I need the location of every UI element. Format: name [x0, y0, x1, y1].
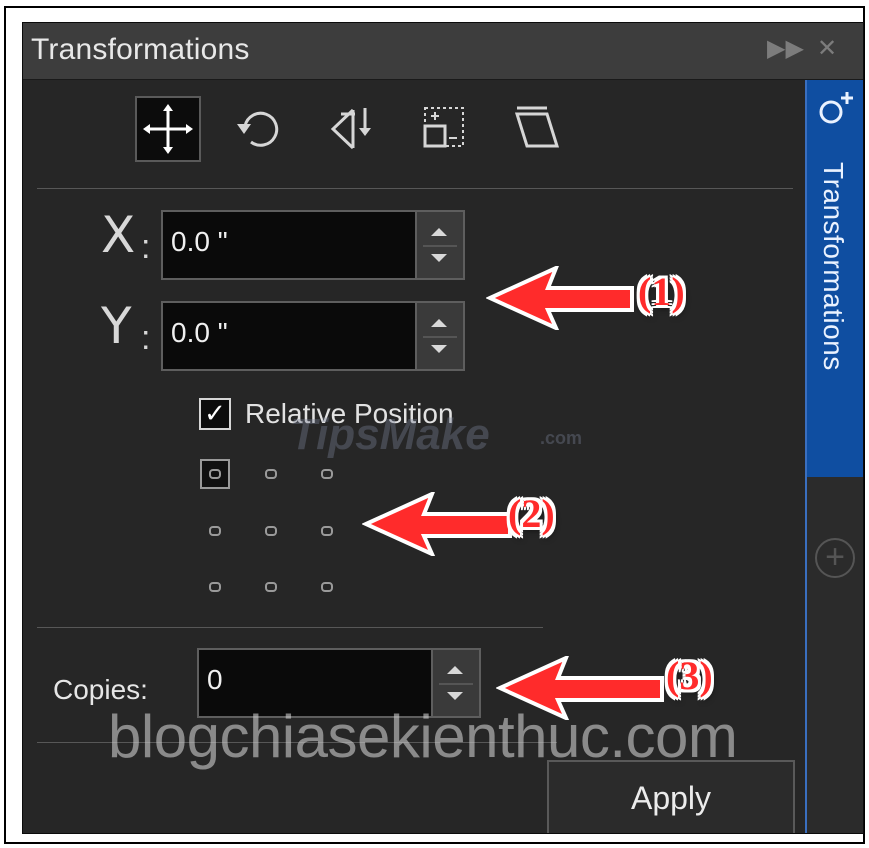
annotation-arrow-1	[486, 266, 634, 330]
rotate-tool-button[interactable]	[227, 96, 293, 162]
anchor-top-right[interactable]	[321, 469, 333, 479]
annotation-arrow-3	[496, 656, 664, 720]
anchor-center[interactable]	[265, 526, 277, 536]
spin-down-icon[interactable]	[431, 254, 447, 262]
apply-button[interactable]: Apply	[547, 760, 795, 833]
spin-down-icon[interactable]	[447, 692, 463, 700]
anchor-bottom-center[interactable]	[265, 582, 277, 592]
position-tool-button[interactable]	[135, 96, 201, 162]
move-cross-icon	[143, 104, 193, 154]
spinner-separator	[423, 336, 457, 338]
y-position-spinner[interactable]	[417, 301, 465, 371]
spinner-separator	[423, 245, 457, 247]
docker-tab-strip: Transformations +	[805, 80, 863, 833]
x-axis-label: X	[101, 206, 136, 264]
x-position-spinner[interactable]	[417, 210, 465, 280]
mirror-icon	[330, 108, 371, 150]
scale-mirror-tool-button[interactable]	[319, 96, 385, 162]
transform-add-icon	[819, 92, 853, 124]
anchor-bottom-left[interactable]	[209, 582, 221, 592]
docker-titlebar: Transformations ▶▶ ✕	[23, 23, 863, 80]
docker-tab-label: Transformations	[818, 162, 849, 371]
anchor-middle-right[interactable]	[321, 526, 333, 536]
skew-tool-button[interactable]	[503, 96, 569, 162]
x-axis-colon: :	[141, 228, 151, 266]
size-icon	[423, 107, 464, 148]
relative-position-checkbox[interactable]: ✓	[199, 398, 231, 430]
anchor-middle-left[interactable]	[209, 526, 221, 536]
anchor-bottom-right[interactable]	[321, 582, 333, 592]
close-icon[interactable]: ✕	[817, 37, 837, 61]
annotation-callout-2: (2)	[508, 491, 555, 536]
tipsmake-watermark: TipsMake	[290, 410, 490, 459]
annotation-callout-1: (1)	[638, 269, 685, 314]
annotation-arrow-2	[362, 492, 512, 556]
spin-up-icon[interactable]	[431, 228, 447, 236]
y-position-input[interactable]: 0.0 "	[161, 301, 417, 371]
tipsmake-watermark-suffix: .com	[540, 428, 583, 448]
anchor-dot	[209, 469, 221, 479]
transformations-docker-tab[interactable]: Transformations	[807, 80, 863, 477]
anchor-top-center[interactable]	[265, 469, 277, 479]
y-axis-colon: :	[141, 319, 151, 357]
annotation-callout-3: (3)	[666, 653, 713, 698]
y-axis-label: Y	[101, 297, 132, 355]
plus-circle-icon[interactable]: +	[815, 538, 855, 578]
size-tool-button[interactable]	[411, 96, 477, 162]
rotate-icon	[237, 111, 279, 147]
spin-up-icon[interactable]	[431, 319, 447, 327]
spin-down-icon[interactable]	[431, 345, 447, 353]
expand-icon[interactable]: ▶▶	[767, 37, 804, 61]
docker-title: Transformations	[31, 33, 250, 66]
skew-icon	[514, 106, 560, 148]
tool-divider	[37, 188, 793, 189]
anchor-divider	[37, 627, 543, 628]
spinner-separator	[439, 683, 473, 685]
spin-up-icon[interactable]	[447, 666, 463, 674]
x-position-input[interactable]: 0.0 "	[161, 210, 417, 280]
